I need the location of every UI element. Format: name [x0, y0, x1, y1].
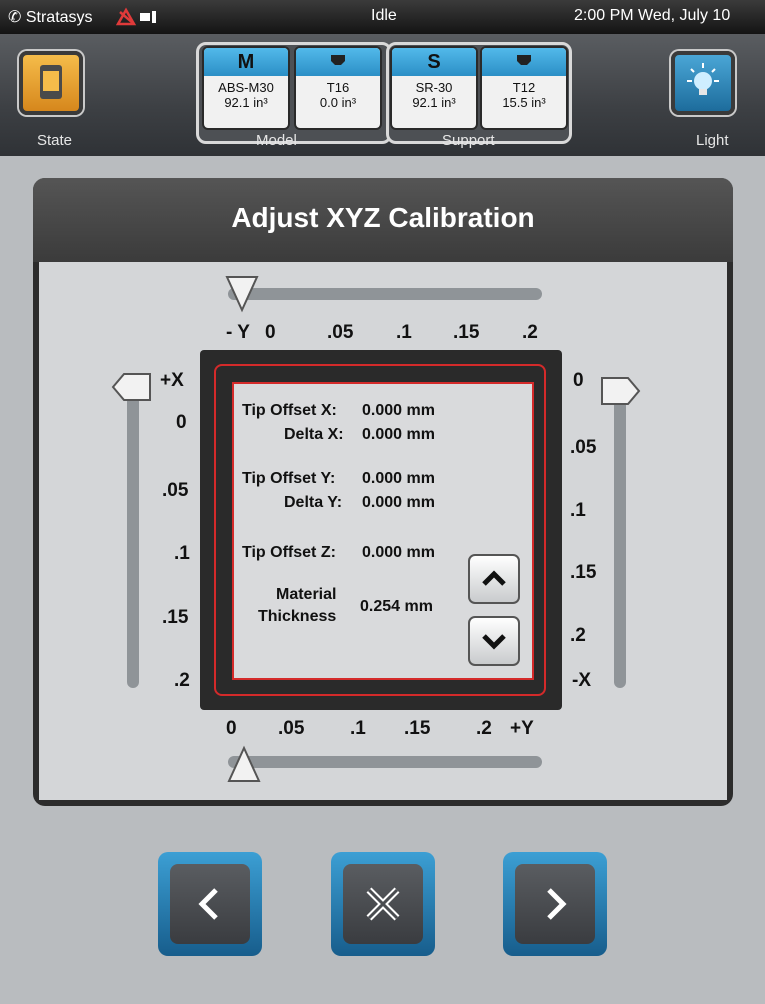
- tip-icon: [482, 48, 566, 76]
- top-tick: .2: [522, 322, 538, 343]
- printer-state: Idle: [371, 7, 397, 24]
- page-title: Adjust XYZ Calibration: [231, 202, 535, 233]
- tip-icon: [296, 48, 380, 76]
- header: State M ABS-M30 92.1 in³ T16 0.0 in³ S S…: [0, 34, 765, 156]
- top-y-slider-track[interactable]: [228, 288, 542, 300]
- delta-x-label: Delta X:: [284, 426, 344, 443]
- left-axis-pos-label: +X: [160, 370, 184, 391]
- tip-offset-z-label: Tip Offset Z:: [242, 544, 336, 561]
- bottom-y-slider-track[interactable]: [228, 756, 542, 768]
- state-label: State: [37, 132, 73, 149]
- support-tip-bay[interactable]: T12 15.5 in³: [480, 46, 568, 130]
- model-label: Model: [256, 132, 297, 149]
- right-tick: .1: [570, 500, 586, 521]
- logo-icon: ✆: [8, 9, 26, 26]
- tip-offset-x-value: 0.000 mm: [362, 402, 435, 419]
- right-x-slider-handle[interactable]: [598, 374, 642, 408]
- connection-icon: [115, 6, 160, 33]
- bottom-tick: .2: [476, 718, 492, 739]
- left-tick: 0: [176, 412, 187, 433]
- bottom-y-slider-handle[interactable]: [226, 744, 262, 784]
- tip-offset-x-label: Tip Offset X:: [242, 402, 337, 419]
- delta-y-value: 0.000 mm: [362, 494, 435, 511]
- right-tick: .05: [570, 437, 597, 458]
- tip-offset-z-value: 0.000 mm: [362, 544, 435, 561]
- close-icon: [366, 887, 400, 921]
- light-button[interactable]: [671, 51, 735, 115]
- bottom-axis-pos-label: +Y: [510, 718, 534, 739]
- left-tick: .1: [174, 543, 190, 564]
- calibration-grid: Tip Offset X: 0.000 mm Delta X: 0.000 mm…: [200, 350, 562, 710]
- top-tick: .05: [327, 322, 354, 343]
- material-thickness-value: 0.254 mm: [360, 598, 433, 615]
- clock: 2:00 PM Wed, July 10: [574, 7, 731, 24]
- right-tick: .2: [570, 625, 586, 646]
- state-button[interactable]: [19, 51, 83, 115]
- right-axis-neg-label: -X: [572, 670, 591, 691]
- light-bulb-icon: [687, 63, 719, 95]
- top-tick: .1: [396, 322, 412, 343]
- top-tick: 0: [265, 322, 276, 343]
- tip-offset-y-value: 0.000 mm: [362, 470, 435, 487]
- tip-offset-y-label: Tip Offset Y:: [242, 470, 336, 487]
- right-tick: 0: [573, 370, 584, 391]
- bottom-tick: .1: [350, 718, 366, 739]
- thickness-down-button[interactable]: [468, 616, 520, 666]
- chevron-up-icon: [482, 570, 506, 586]
- light-label: Light: [696, 132, 729, 149]
- chevron-left-icon: [198, 888, 218, 920]
- right-x-slider-track[interactable]: [614, 378, 626, 688]
- support-label: Support: [442, 132, 495, 149]
- next-button[interactable]: [503, 852, 607, 956]
- cancel-button[interactable]: [331, 852, 435, 956]
- thickness-up-button[interactable]: [468, 554, 520, 604]
- delta-x-value: 0.000 mm: [362, 426, 435, 443]
- chevron-right-icon: [547, 888, 567, 920]
- left-tick: .05: [162, 480, 189, 501]
- status-bar: ✆ Stratasys Idle 2:00 PM Wed, July 10: [0, 0, 765, 34]
- thickness-label: Thickness: [258, 608, 337, 625]
- bottom-tick: 0: [226, 718, 237, 739]
- bottom-tick: .05: [278, 718, 305, 739]
- left-x-slider-track[interactable]: [127, 378, 139, 688]
- model-material-bay[interactable]: M ABS-M30 92.1 in³: [202, 46, 290, 130]
- top-axis-neg-label: - Y: [226, 322, 250, 343]
- delta-y-label: Delta Y:: [284, 494, 343, 511]
- left-tick: .15: [162, 607, 189, 628]
- info-box: Tip Offset X: 0.000 mm Delta X: 0.000 mm…: [232, 382, 534, 680]
- model-tip-bay[interactable]: T16 0.0 in³: [294, 46, 382, 130]
- left-x-slider-handle[interactable]: [110, 370, 154, 404]
- brand-label: ✆ Stratasys: [8, 9, 93, 26]
- back-button[interactable]: [158, 852, 262, 956]
- top-y-slider-handle[interactable]: [224, 274, 260, 314]
- top-tick: .15: [453, 322, 480, 343]
- panel-header: Adjust XYZ Calibration: [33, 178, 733, 262]
- bottom-tick: .15: [404, 718, 431, 739]
- material-label: Material: [276, 586, 337, 603]
- support-material-bay[interactable]: S SR-30 92.1 in³: [390, 46, 478, 130]
- chevron-down-icon: [482, 634, 506, 650]
- printer-icon: [40, 65, 62, 99]
- left-tick: .2: [174, 670, 190, 691]
- right-tick: .15: [570, 562, 597, 583]
